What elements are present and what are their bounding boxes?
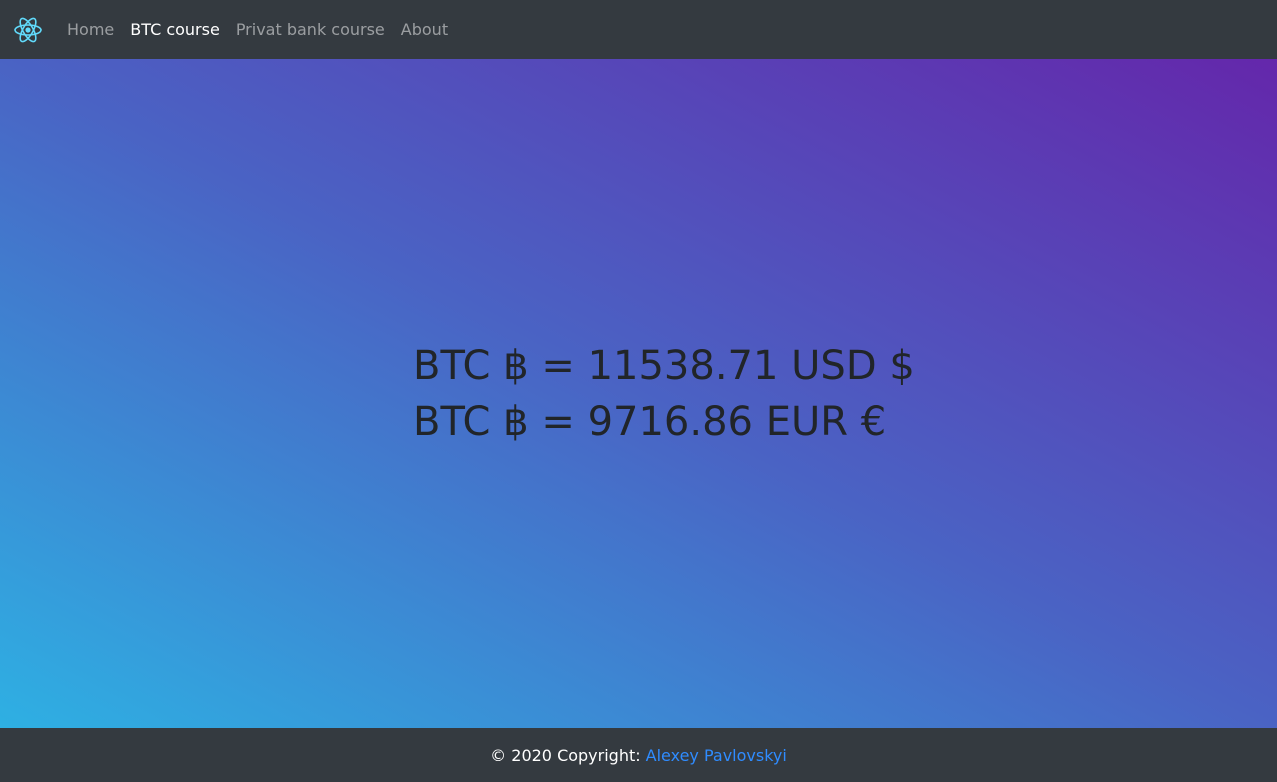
nav-links: Home BTC course Privat bank course About xyxy=(59,0,456,59)
main-content: BTC ฿ = 11538.71 USD $ BTC ฿ = 9716.86 E… xyxy=(0,59,1277,728)
footer: © 2020 Copyright: Alexey Pavlovskyi xyxy=(0,728,1277,782)
nav-item-btc-course[interactable]: BTC course xyxy=(122,20,228,39)
nav-item-privat-bank-course[interactable]: Privat bank course xyxy=(228,20,393,39)
btc-rates: BTC ฿ = 11538.71 USD $ BTC ฿ = 9716.86 E… xyxy=(413,338,915,450)
author-link[interactable]: Alexey Pavlovskyi xyxy=(646,746,787,765)
btc-eur-rate: BTC ฿ = 9716.86 EUR € xyxy=(413,399,887,445)
btc-usd-rate: BTC ฿ = 11538.71 USD $ xyxy=(413,343,915,389)
copyright-text: © 2020 Copyright: xyxy=(490,745,641,765)
nav-item-home[interactable]: Home xyxy=(59,20,122,39)
nav-item-about[interactable]: About xyxy=(393,20,456,39)
react-atom-icon[interactable] xyxy=(13,15,43,45)
top-navbar: Home BTC course Privat bank course About xyxy=(0,0,1277,59)
